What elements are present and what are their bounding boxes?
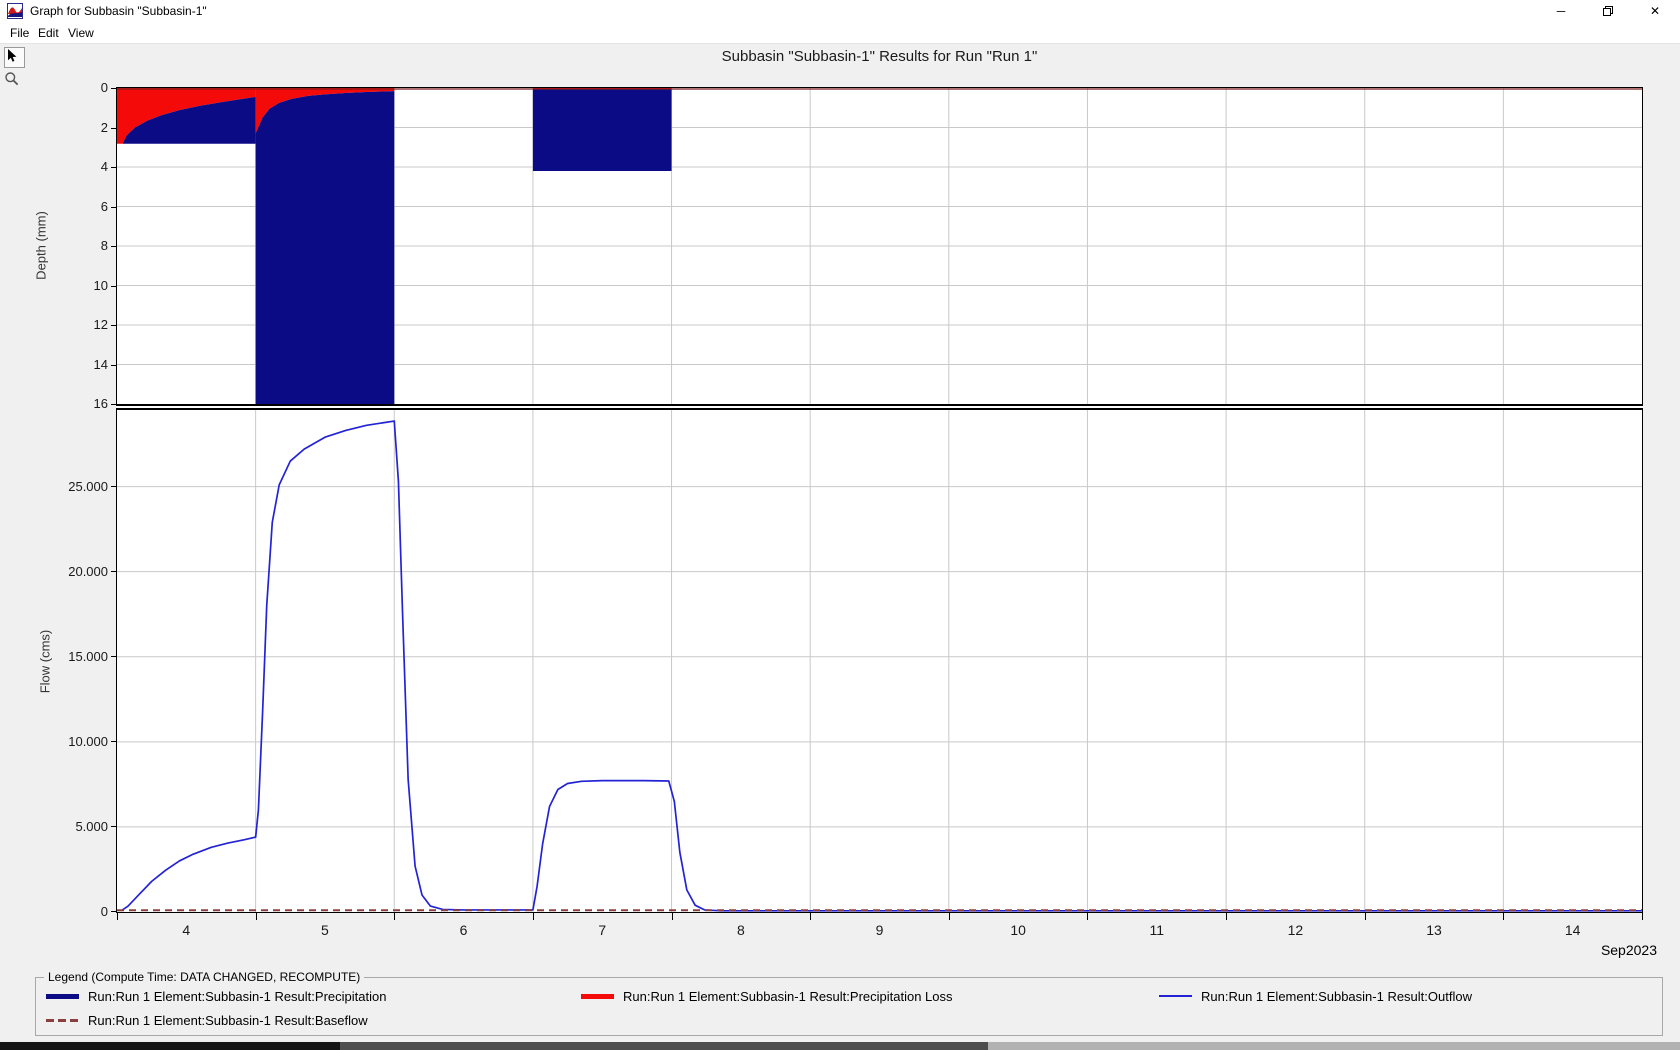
depth-tick-label: 4 bbox=[100, 159, 108, 174]
legend-entry-label: Run:Run 1 Element:Subbasin-1 Result:Prec… bbox=[88, 988, 387, 1004]
minimize-button[interactable]: ─ bbox=[1538, 0, 1584, 22]
window-title: Graph for Subbasin "Subbasin-1" bbox=[30, 4, 207, 18]
x-tick bbox=[1087, 913, 1089, 920]
depth-tick bbox=[111, 167, 116, 168]
legend-entry-label: Run:Run 1 Element:Subbasin-1 Result:Base… bbox=[88, 1012, 368, 1028]
depth-tick-label: 0 bbox=[100, 80, 108, 95]
flow-chart-canvas[interactable] bbox=[116, 409, 1643, 913]
depth-tick-label: 16 bbox=[93, 396, 108, 411]
x-tick-label: 14 bbox=[1564, 922, 1581, 938]
precipitation-chart-canvas[interactable] bbox=[116, 87, 1643, 405]
menu-view[interactable]: View bbox=[63, 25, 99, 41]
depth-tick-label: 14 bbox=[93, 356, 108, 372]
x-tick bbox=[810, 913, 812, 920]
depth-tick-label: 10 bbox=[93, 277, 108, 293]
legend-entry-label: Run:Run 1 Element:Subbasin-1 Result:Outf… bbox=[1201, 988, 1472, 1004]
depth-tick bbox=[111, 364, 116, 366]
legend-title: Legend (Compute Time: DATA CHANGED, RECO… bbox=[44, 970, 365, 984]
bottom-strip-light bbox=[988, 1042, 1680, 1050]
x-tick bbox=[117, 913, 118, 920]
x-tick-label: 12 bbox=[1287, 922, 1304, 938]
menu-bar: File Edit View bbox=[0, 22, 1680, 44]
flow-tick-label: 10.000 bbox=[68, 733, 108, 749]
x-tick-label: 11 bbox=[1149, 922, 1165, 938]
pointer-tool-button[interactable] bbox=[4, 47, 25, 68]
flow-tick-label: 20.000 bbox=[68, 563, 108, 579]
x-tick bbox=[1226, 913, 1228, 920]
depth-tick bbox=[111, 88, 116, 89]
legend-entry: Run:Run 1 Element:Subbasin-1 Result:Outf… bbox=[1159, 984, 1472, 1008]
flow-tick bbox=[111, 485, 116, 487]
depth-tick-label: 6 bbox=[100, 198, 108, 214]
x-tick bbox=[1503, 913, 1505, 920]
flow-tick-label: 15.000 bbox=[68, 648, 108, 664]
x-tick bbox=[255, 913, 257, 920]
x-tick bbox=[1642, 913, 1643, 920]
magnifier-icon bbox=[5, 72, 19, 86]
title-bar: Graph for Subbasin "Subbasin-1" ─ ✕ bbox=[0, 0, 1680, 22]
flow-axis-label: Flow (cms) bbox=[37, 629, 53, 694]
precipitation_loss-legend-swatch bbox=[581, 993, 614, 999]
legend: Legend (Compute Time: DATA CHANGED, RECO… bbox=[35, 970, 1663, 1036]
flow-tick bbox=[111, 825, 116, 827]
flow-tick bbox=[111, 570, 116, 572]
depth-tick bbox=[111, 127, 116, 129]
x-tick bbox=[948, 913, 950, 920]
legend-entry: Run:Run 1 Element:Subbasin-1 Result:Prec… bbox=[46, 984, 386, 1008]
x-tick-label: 5 bbox=[321, 922, 329, 938]
chart-title: Subbasin "Subbasin-1" Results for Run "R… bbox=[721, 48, 1038, 65]
restore-button[interactable] bbox=[1585, 0, 1631, 22]
x-axis-date-label: Sep2023 bbox=[1600, 942, 1657, 958]
depth-tick bbox=[111, 285, 116, 287]
flow-tick bbox=[111, 655, 116, 657]
flow-tick bbox=[111, 740, 116, 742]
depth-tick bbox=[111, 246, 116, 247]
x-tick bbox=[671, 913, 673, 920]
flow-tick-label: 5.000 bbox=[75, 818, 108, 834]
depth-tick bbox=[111, 404, 116, 405]
x-tick-label: 4 bbox=[182, 922, 191, 938]
depth-axis-label: Depth (mm) bbox=[33, 211, 49, 280]
legend-entry: Run:Run 1 Element:Subbasin-1 Result:Base… bbox=[46, 1008, 386, 1032]
depth-tick bbox=[111, 325, 116, 326]
menu-file[interactable]: File bbox=[5, 25, 34, 41]
close-button[interactable]: ✕ bbox=[1632, 0, 1678, 22]
x-tick-label: 10 bbox=[1010, 922, 1026, 938]
x-tick bbox=[1364, 913, 1366, 920]
zoom-tool-button[interactable] bbox=[4, 71, 23, 90]
bottom-strip-dark bbox=[0, 1042, 340, 1050]
bottom-strip-gray bbox=[340, 1042, 988, 1050]
x-tick-label: 7 bbox=[598, 922, 607, 938]
x-tick bbox=[394, 913, 396, 920]
baseflow-legend-swatch bbox=[46, 1018, 79, 1022]
depth-tick bbox=[111, 206, 116, 208]
menu-edit[interactable]: Edit bbox=[33, 25, 64, 41]
flow-tick-label: 0 bbox=[100, 904, 108, 919]
legend-entry-label: Run:Run 1 Element:Subbasin-1 Result:Prec… bbox=[623, 988, 953, 1004]
depth-tick-label: 2 bbox=[100, 119, 108, 135]
depth-tick-label: 12 bbox=[93, 317, 108, 332]
precipitation-legend-swatch bbox=[46, 993, 79, 999]
legend-entry: Run:Run 1 Element:Subbasin-1 Result:Prec… bbox=[581, 984, 953, 1008]
flow-tick-label: 25.000 bbox=[68, 478, 108, 494]
x-tick bbox=[532, 913, 534, 920]
pointer-icon bbox=[8, 49, 17, 62]
depth-tick-label: 8 bbox=[100, 238, 108, 253]
x-tick-label: 9 bbox=[875, 922, 884, 938]
x-tick-label: 6 bbox=[459, 922, 468, 938]
x-tick-label: 8 bbox=[736, 922, 745, 938]
flow-tick bbox=[111, 911, 116, 912]
app-icon bbox=[7, 3, 23, 19]
x-tick-label: 13 bbox=[1426, 922, 1442, 938]
outflow-legend-swatch bbox=[1159, 995, 1192, 997]
